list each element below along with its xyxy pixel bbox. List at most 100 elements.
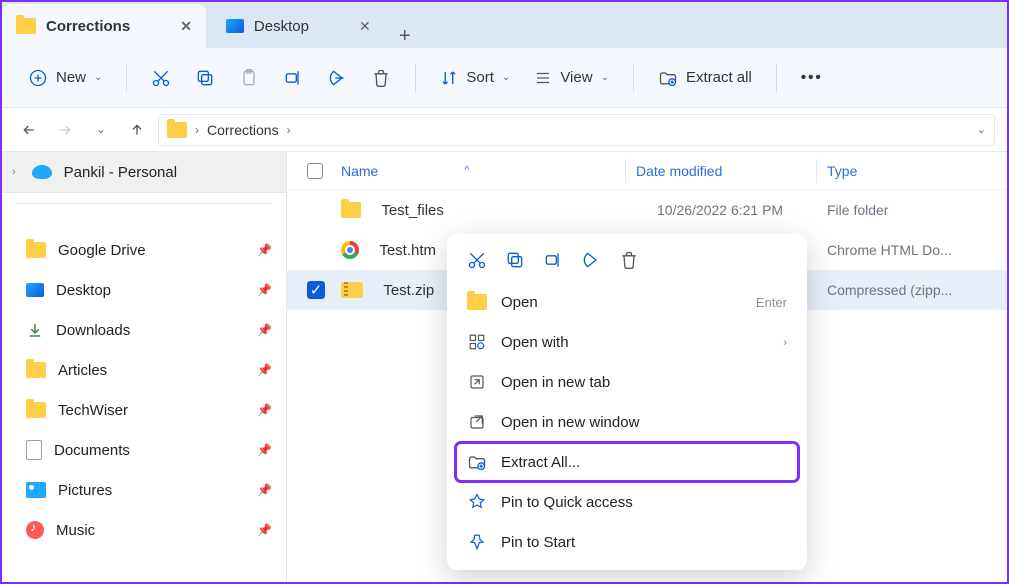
- ctx-open-with[interactable]: Open with ›: [455, 322, 799, 362]
- pin-icon: 📌: [257, 243, 272, 257]
- delete-button[interactable]: [619, 250, 639, 270]
- ctx-label: Pin to Start: [501, 534, 575, 551]
- sidebar-item-desktop[interactable]: Desktop 📌: [12, 270, 286, 310]
- new-window-icon: [467, 413, 487, 431]
- recent-button[interactable]: ⌄: [86, 115, 116, 145]
- new-tab-icon: [467, 373, 487, 391]
- music-icon: [26, 521, 44, 539]
- ctx-pin-start[interactable]: Pin to Start: [455, 522, 799, 562]
- tab-label: Desktop: [254, 18, 309, 35]
- row-checkbox[interactable]: ✓: [307, 281, 325, 299]
- tab-strip: Corrections ✕ Desktop ✕ +: [2, 2, 1007, 48]
- breadcrumb-segment[interactable]: Corrections: [207, 122, 279, 138]
- sidebar-item-articles[interactable]: Articles 📌: [12, 350, 286, 390]
- pin-icon: 📌: [257, 523, 272, 537]
- sidebar-onedrive-account[interactable]: › Pankil - Personal: [2, 152, 286, 192]
- copy-icon: [195, 68, 215, 88]
- sidebar-item-techwiser[interactable]: TechWiser 📌: [12, 390, 286, 430]
- cut-button[interactable]: [141, 62, 181, 94]
- folder-icon: [167, 122, 187, 138]
- context-menu: Open Enter Open with › Open in new tab O…: [447, 234, 807, 570]
- pin-icon: 📌: [257, 443, 272, 457]
- folder-icon: [341, 202, 361, 218]
- share-button[interactable]: [317, 62, 357, 94]
- back-button[interactable]: [14, 115, 44, 145]
- chevron-down-icon: ⌄: [502, 72, 510, 83]
- ctx-label: Open in new window: [501, 414, 639, 431]
- delete-button[interactable]: [361, 62, 401, 94]
- copy-button[interactable]: [185, 62, 225, 94]
- desktop-icon: [26, 283, 44, 297]
- chevron-right-icon: ›: [195, 123, 199, 137]
- sidebar-item-label: Documents: [54, 442, 130, 459]
- sidebar-item-documents[interactable]: Documents 📌: [12, 430, 286, 470]
- select-all-checkbox[interactable]: [307, 163, 323, 179]
- rename-button[interactable]: [543, 250, 563, 270]
- overflow-button[interactable]: •••: [791, 63, 833, 92]
- context-quick-actions: [455, 242, 799, 282]
- tab-desktop[interactable]: Desktop ✕: [206, 4, 385, 48]
- up-button[interactable]: [122, 115, 152, 145]
- tab-label: Corrections: [46, 18, 130, 35]
- ctx-open[interactable]: Open Enter: [455, 282, 799, 322]
- pictures-icon: [26, 482, 46, 498]
- column-type[interactable]: Type: [827, 163, 1007, 179]
- forward-button[interactable]: [50, 115, 80, 145]
- desktop-icon: [226, 19, 244, 33]
- folder-icon: [16, 18, 36, 34]
- ctx-label: Pin to Quick access: [501, 494, 633, 511]
- column-date[interactable]: Date modified: [636, 163, 806, 179]
- ctx-extract-all[interactable]: Extract All...: [455, 442, 799, 482]
- extract-label: Extract all: [686, 69, 752, 86]
- document-icon: [26, 440, 42, 460]
- chevron-down-icon[interactable]: ⌄: [977, 123, 986, 136]
- file-name: Test.zip: [383, 282, 434, 299]
- close-icon[interactable]: ✕: [180, 18, 192, 35]
- file-date: 10/26/2022 6:21 PM: [657, 202, 827, 218]
- sidebar-item-label: Articles: [58, 362, 107, 379]
- new-tab-button[interactable]: +: [385, 25, 425, 48]
- column-headers: Name^ Date modified Type: [287, 152, 1007, 190]
- new-button[interactable]: New ⌄: [18, 62, 112, 94]
- sidebar-item-label: Music: [56, 522, 95, 539]
- trash-icon: [371, 68, 391, 88]
- sidebar-item-label: Google Drive: [58, 242, 146, 259]
- view-button[interactable]: View ⌄: [524, 63, 619, 93]
- breadcrumb[interactable]: › Corrections › ⌄: [158, 114, 995, 146]
- extract-icon: [658, 68, 678, 88]
- pin-icon: [467, 533, 487, 551]
- sort-label: Sort: [466, 69, 494, 86]
- close-icon[interactable]: ✕: [359, 18, 371, 35]
- copy-button[interactable]: [505, 250, 525, 270]
- rename-button[interactable]: [273, 62, 313, 94]
- zip-icon: [341, 282, 363, 298]
- ctx-label: Open with: [501, 334, 569, 351]
- ctx-open-new-window[interactable]: Open in new window: [455, 402, 799, 442]
- pin-icon: 📌: [257, 363, 272, 377]
- ctx-label: Open: [501, 294, 538, 311]
- pin-icon: 📌: [257, 323, 272, 337]
- pin-icon: 📌: [257, 283, 272, 297]
- sidebar: › Pankil - Personal Google Drive 📌 Deskto…: [2, 152, 287, 582]
- sidebar-item-pictures[interactable]: Pictures📌: [12, 470, 286, 510]
- sidebar-item-label: TechWiser: [58, 402, 128, 419]
- tab-corrections[interactable]: Corrections ✕: [2, 4, 206, 48]
- share-button[interactable]: [581, 250, 601, 270]
- column-name[interactable]: Name^: [341, 163, 615, 179]
- sort-button[interactable]: Sort ⌄: [430, 63, 520, 93]
- cut-button[interactable]: [467, 250, 487, 270]
- sidebar-item-downloads[interactable]: Downloads 📌: [12, 310, 286, 350]
- table-row[interactable]: Test_files 10/26/2022 6:21 PM File folde…: [287, 190, 1007, 230]
- more-icon: •••: [801, 69, 823, 86]
- chrome-icon: [341, 241, 359, 259]
- pin-icon: 📌: [257, 403, 272, 417]
- ctx-open-new-tab[interactable]: Open in new tab: [455, 362, 799, 402]
- ctx-pin-quick-access[interactable]: Pin to Quick access: [455, 482, 799, 522]
- sidebar-item-label: Downloads: [56, 322, 130, 339]
- extract-all-button[interactable]: Extract all: [648, 62, 762, 94]
- sidebar-item-music[interactable]: Music 📌: [12, 510, 286, 550]
- sidebar-item-google-drive[interactable]: Google Drive 📌: [12, 230, 286, 270]
- sidebar-item-label: Desktop: [56, 282, 111, 299]
- sort-icon: [440, 69, 458, 87]
- paste-button[interactable]: [229, 62, 269, 94]
